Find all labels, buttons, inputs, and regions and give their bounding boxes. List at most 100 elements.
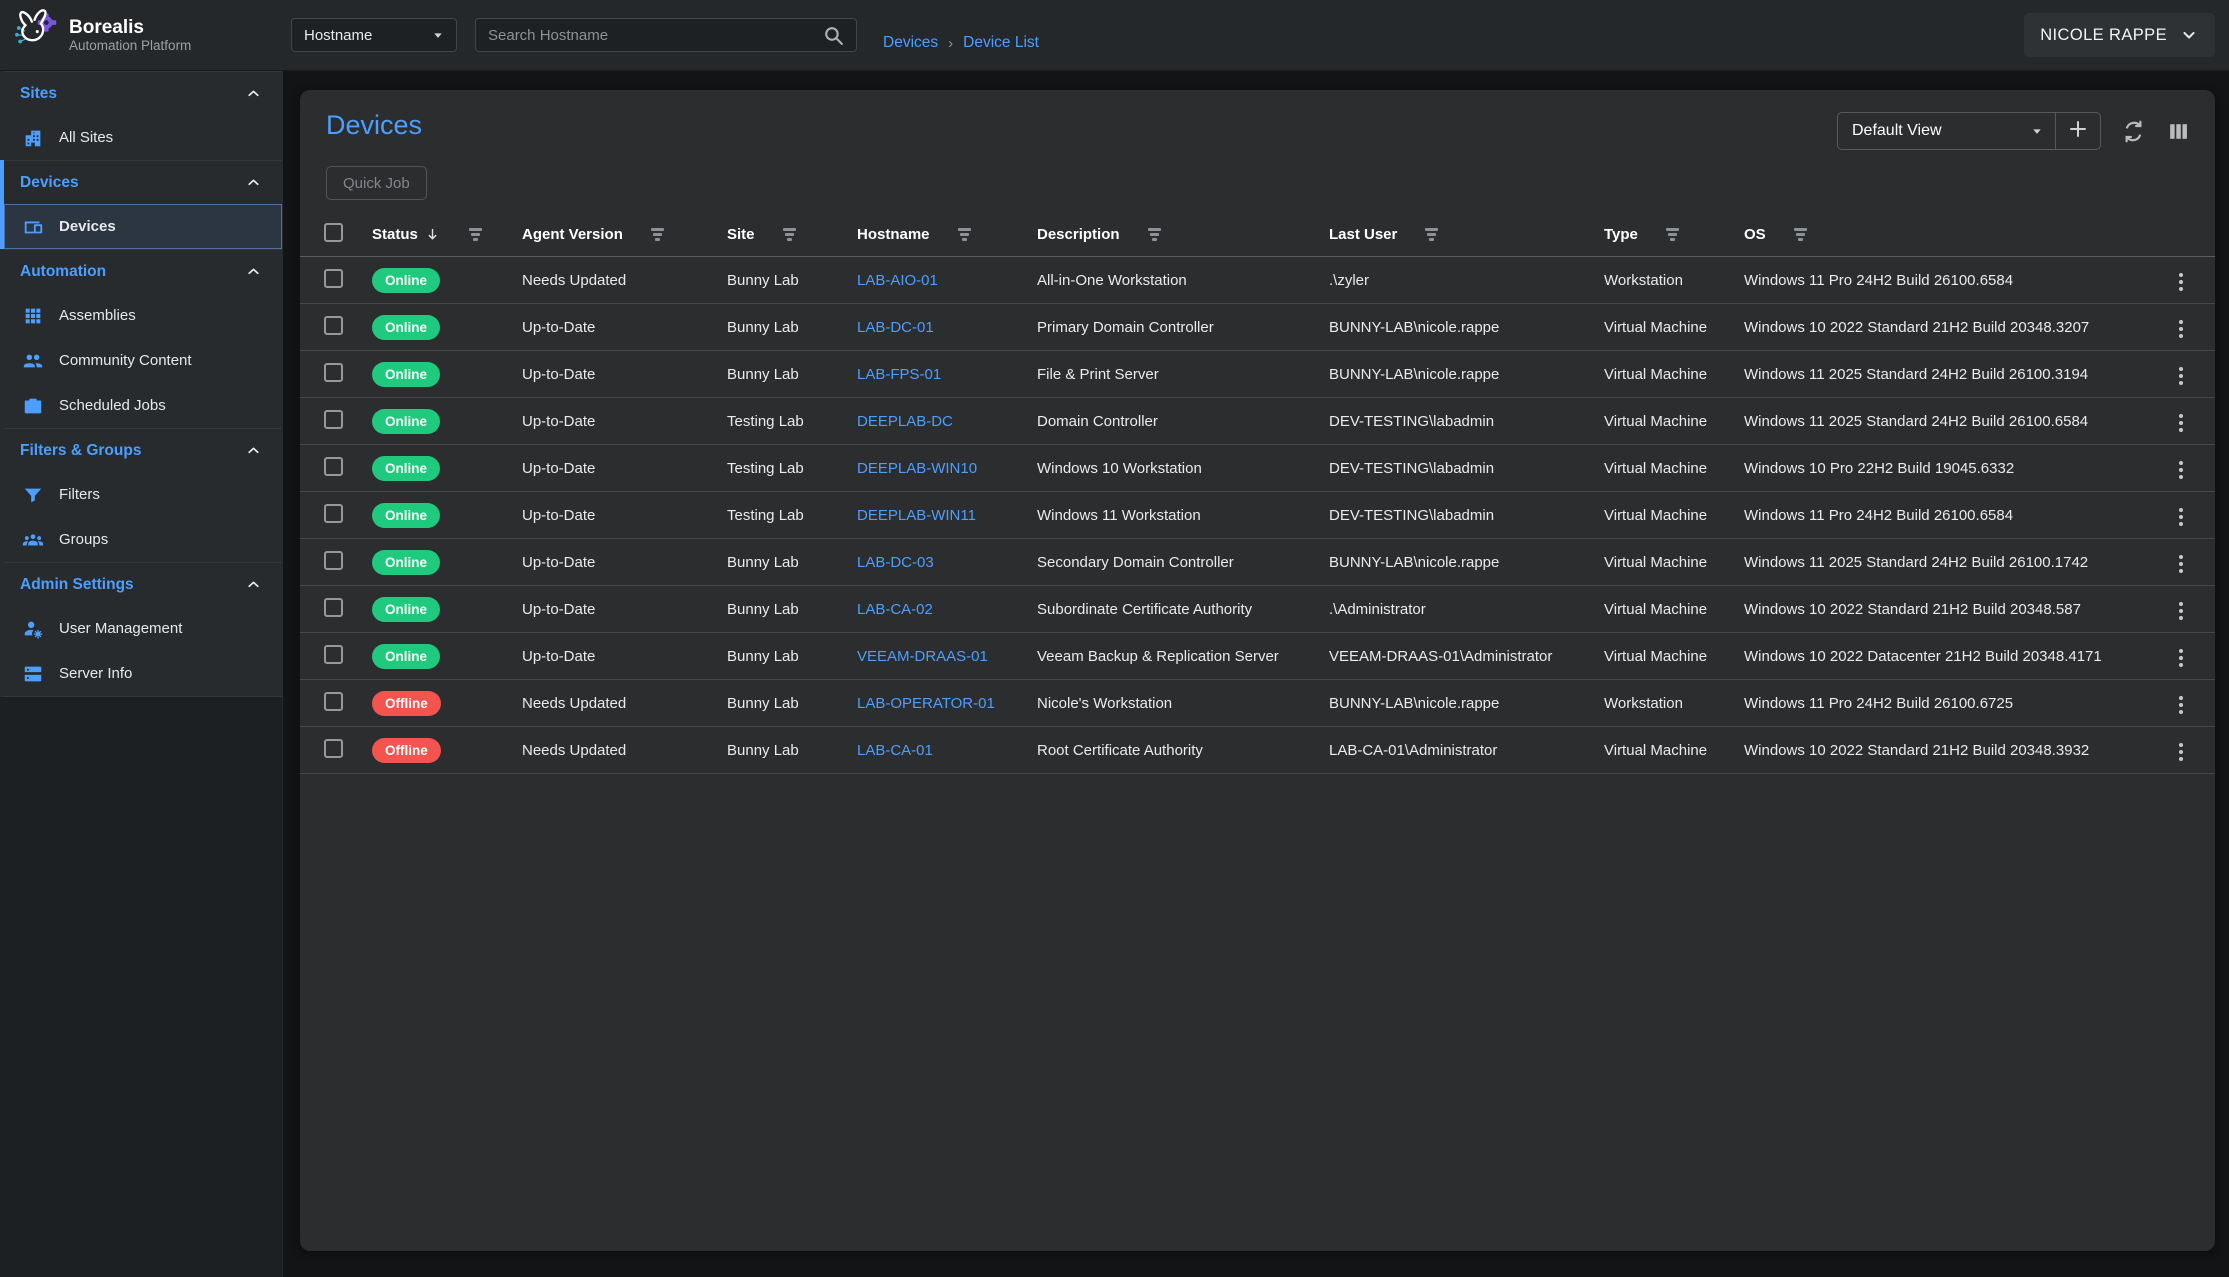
row-actions-menu-icon[interactable] [2171, 597, 2191, 625]
search-field-selector[interactable]: Hostname [291, 18, 457, 52]
agent-version-cell: Up-to-Date [522, 554, 727, 571]
sidebar-item-devices[interactable]: Devices [4, 204, 282, 249]
column-header-agent-version[interactable]: Agent Version [522, 226, 727, 243]
add-view-button[interactable] [2056, 113, 2100, 149]
row-actions-menu-icon[interactable] [2171, 362, 2191, 390]
search-input[interactable] [488, 27, 821, 44]
sidebar-item-user-management[interactable]: User Management [4, 606, 282, 651]
row-actions-menu-icon[interactable] [2171, 691, 2191, 719]
os-cell: Windows 10 2022 Datacenter 21H2 Build 20… [1744, 648, 2171, 665]
hostname-link[interactable]: LAB-AIO-01 [857, 272, 938, 289]
filter-icon[interactable] [783, 228, 796, 241]
sort-desc-icon [424, 226, 441, 243]
row-actions-menu-icon[interactable] [2171, 503, 2191, 531]
sidebar-item-filters[interactable]: Filters [4, 472, 282, 517]
column-header-status[interactable]: Status [372, 226, 522, 243]
select-all-checkbox[interactable] [324, 223, 343, 242]
column-header-site[interactable]: Site [727, 226, 857, 243]
filter-icon[interactable] [1666, 228, 1679, 241]
filter-icon[interactable] [651, 228, 664, 241]
hostname-link[interactable]: VEEAM-DRAAS-01 [857, 648, 988, 665]
row-checkbox[interactable] [324, 316, 343, 335]
row-checkbox[interactable] [324, 457, 343, 476]
devices-panel: Devices Default View [300, 90, 2215, 1251]
row-actions-menu-icon[interactable] [2171, 315, 2191, 343]
filter-icon[interactable] [958, 228, 971, 241]
last-user-cell: LAB-CA-01\Administrator [1329, 742, 1604, 759]
sidebar-item-label: Scheduled Jobs [59, 397, 166, 414]
sidebar-section-header-sites[interactable]: Sites [4, 71, 282, 115]
column-header-last-user[interactable]: Last User [1329, 226, 1604, 243]
sidebar-item-all-sites[interactable]: All Sites [4, 115, 282, 160]
columns-icon[interactable] [2166, 119, 2191, 144]
filter-icon[interactable] [1425, 228, 1438, 241]
sidebar-section-header-automation[interactable]: Automation [4, 249, 282, 293]
filter-icon[interactable] [1148, 228, 1161, 241]
sidebar-item-label: User Management [59, 620, 182, 637]
sidebar-item-label: Community Content [59, 352, 192, 369]
table-row: OnlineUp-to-DateTesting LabDEEPLAB-DCDom… [300, 398, 2215, 445]
sidebar-item-groups[interactable]: Groups [4, 517, 282, 562]
hostname-link[interactable]: DEEPLAB-WIN10 [857, 460, 977, 477]
row-actions-menu-icon[interactable] [2171, 738, 2191, 766]
row-actions-menu-icon[interactable] [2171, 456, 2191, 484]
agent-version-cell: Needs Updated [522, 742, 727, 759]
row-checkbox[interactable] [324, 645, 343, 664]
filter-icon[interactable] [469, 228, 482, 241]
breadcrumb-devices[interactable]: Devices [883, 34, 938, 52]
hostname-link[interactable]: LAB-FPS-01 [857, 366, 941, 383]
view-selector-value: Default View [1852, 122, 1942, 140]
agent-version-cell: Up-to-Date [522, 413, 727, 430]
user-menu[interactable]: NICOLE RAPPE [2024, 13, 2215, 57]
sidebar-section-label: Admin Settings [20, 576, 134, 594]
hostname-link[interactable]: DEEPLAB-WIN11 [857, 507, 976, 524]
description-cell: Nicole's Workstation [1037, 695, 1329, 712]
column-header-hostname[interactable]: Hostname [857, 226, 1037, 243]
hostname-link[interactable]: DEEPLAB-DC [857, 413, 953, 430]
row-checkbox[interactable] [324, 363, 343, 382]
row-checkbox[interactable] [324, 410, 343, 429]
row-checkbox[interactable] [324, 739, 343, 758]
row-checkbox[interactable] [324, 598, 343, 617]
sidebar-item-assemblies[interactable]: Assemblies [4, 293, 282, 338]
row-actions-menu-icon[interactable] [2171, 550, 2191, 578]
row-actions-menu-icon[interactable] [2171, 409, 2191, 437]
row-checkbox[interactable] [324, 269, 343, 288]
briefcase-icon [22, 395, 44, 417]
row-checkbox[interactable] [324, 504, 343, 523]
row-checkbox[interactable] [324, 551, 343, 570]
hostname-link[interactable]: LAB-DC-03 [857, 554, 934, 571]
hostname-link[interactable]: LAB-OPERATOR-01 [857, 695, 995, 712]
sidebar-item-scheduled-jobs[interactable]: Scheduled Jobs [4, 383, 282, 428]
quick-job-button[interactable]: Quick Job [326, 166, 427, 200]
sidebar-section-admin-settings: Admin Settings User Management Server Info [0, 562, 282, 697]
search-box [475, 18, 857, 52]
sidebar-item-community-content[interactable]: Community Content [4, 338, 282, 383]
filter-icon[interactable] [1794, 228, 1807, 241]
hostname-link[interactable]: LAB-CA-01 [857, 742, 933, 759]
description-cell: Root Certificate Authority [1037, 742, 1329, 759]
column-header-description[interactable]: Description [1037, 226, 1329, 243]
column-header-os[interactable]: OS [1744, 226, 2171, 243]
row-actions-menu-icon[interactable] [2171, 268, 2191, 296]
sidebar-section-header-devices[interactable]: Devices [4, 160, 282, 204]
refresh-icon[interactable] [2121, 119, 2146, 144]
sidebar-section-label: Filters & Groups [20, 442, 141, 460]
hostname-link[interactable]: LAB-CA-02 [857, 601, 933, 618]
type-cell: Virtual Machine [1604, 554, 1744, 571]
row-actions-menu-icon[interactable] [2171, 644, 2191, 672]
sidebar-item-server-info[interactable]: Server Info [4, 651, 282, 696]
breadcrumb-device-list[interactable]: Device List [963, 34, 1039, 52]
status-badge: Online [372, 409, 440, 434]
sidebar-section-header-filters-groups[interactable]: Filters & Groups [4, 428, 282, 472]
hostname-link[interactable]: LAB-DC-01 [857, 319, 934, 336]
description-cell: Veeam Backup & Replication Server [1037, 648, 1329, 665]
site-cell: Bunny Lab [727, 319, 857, 336]
sidebar-section-header-admin-settings[interactable]: Admin Settings [4, 562, 282, 606]
view-selector[interactable]: Default View [1838, 113, 2056, 149]
chevron-up-icon [245, 263, 262, 280]
type-cell: Workstation [1604, 272, 1744, 289]
status-badge: Online [372, 503, 440, 528]
row-checkbox[interactable] [324, 692, 343, 711]
column-header-type[interactable]: Type [1604, 226, 1744, 243]
